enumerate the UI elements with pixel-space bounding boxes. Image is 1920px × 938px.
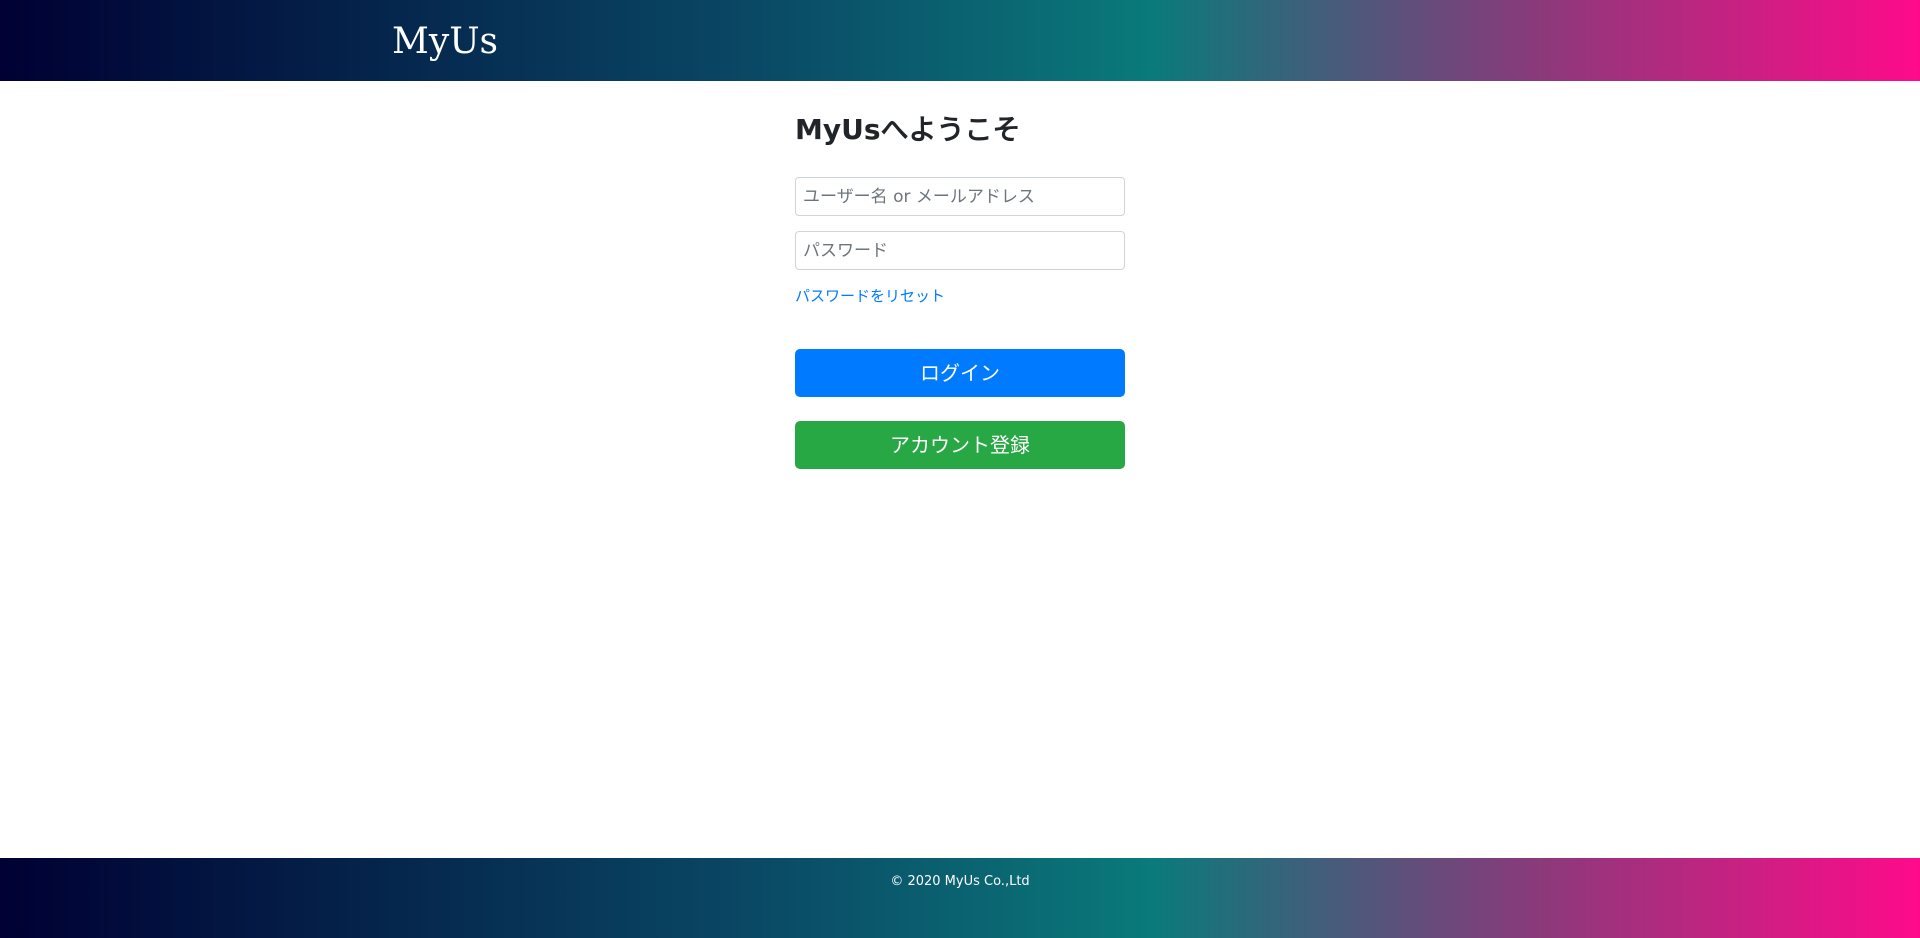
page-title: MyUsへようこそ [795, 113, 1021, 146]
login-button[interactable]: ログイン [795, 349, 1125, 397]
password-input[interactable] [795, 231, 1125, 270]
reset-password-link[interactable]: パスワードをリセット [795, 286, 945, 306]
site-logo[interactable]: MyUs [392, 22, 498, 62]
site-header: MyUs [0, 0, 1920, 81]
site-footer: © 2020 MyUs Co.,Ltd [0, 858, 1920, 938]
login-form: MyUsへようこそ パスワードをリセット ログイン アカウント登録 [795, 110, 1125, 469]
copyright-text: © 2020 MyUs Co.,Ltd [890, 874, 1030, 889]
register-account-button[interactable]: アカウント登録 [795, 421, 1125, 469]
username-email-input[interactable] [795, 177, 1125, 216]
